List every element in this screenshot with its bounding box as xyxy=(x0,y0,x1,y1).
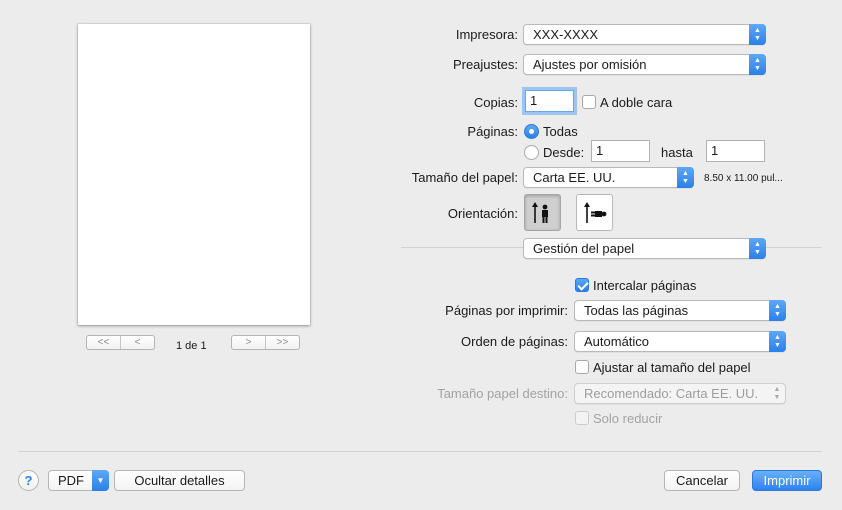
pages-all-radio[interactable] xyxy=(524,124,539,139)
popup-arrows-icon: ▲ ▼ xyxy=(773,386,781,401)
page-order-label: Orden de páginas: xyxy=(461,334,568,349)
last-page-button[interactable]: >> xyxy=(265,336,299,349)
pages-all-label: Todas xyxy=(543,124,578,139)
page-preview xyxy=(78,24,310,325)
cancel-button[interactable]: Cancelar xyxy=(664,470,740,491)
help-button[interactable]: ? xyxy=(18,470,39,491)
printer-value: XXX-XXXX xyxy=(533,27,599,42)
popup-arrows-icon: ▲ ▼ xyxy=(677,167,694,188)
hide-details-button[interactable]: Ocultar detalles xyxy=(114,470,245,491)
printer-popup[interactable]: XXX-XXXX ▲ ▼ xyxy=(523,24,766,45)
popup-arrows-icon: ▲ ▼ xyxy=(749,24,766,45)
help-icon: ? xyxy=(24,473,33,488)
first-page-button[interactable]: << xyxy=(87,336,120,349)
chevron-down-icon: ▼ xyxy=(92,470,109,491)
pages-from-label: Desde: xyxy=(543,145,585,160)
landscape-person-icon xyxy=(584,202,607,223)
footer-divider xyxy=(18,451,822,452)
popup-arrows-icon: ▲ ▼ xyxy=(769,331,786,352)
portrait-person-icon xyxy=(532,202,548,223)
orientation-label: Orientación: xyxy=(447,206,518,221)
preview-nav-back-group: << < xyxy=(86,335,155,350)
copies-field[interactable]: 1 xyxy=(525,90,574,112)
page-order-value: Automático xyxy=(584,334,650,349)
pdf-menu-button[interactable]: PDF ▼ xyxy=(48,470,109,491)
scale-to-paper-checkbox[interactable] xyxy=(575,360,589,374)
page-indicator: 1 de 1 xyxy=(176,340,207,352)
preview-nav-forward-group: > >> xyxy=(231,335,300,350)
landscape-orientation-button[interactable] xyxy=(576,194,613,231)
paper-size-value: Carta EE. UU. xyxy=(533,170,616,185)
pages-to-print-value: Todas las páginas xyxy=(584,303,689,318)
dest-paper-size-label: Tamaño papel destino: xyxy=(437,386,568,401)
presets-label: Preajustes: xyxy=(452,57,518,72)
popup-arrows-icon: ▲ ▼ xyxy=(749,54,766,75)
pages-to-label: hasta xyxy=(661,145,693,160)
copies-label: Copias: xyxy=(473,95,518,110)
portrait-orientation-button[interactable] xyxy=(524,194,561,231)
scale-down-only-label: Solo reducir xyxy=(593,411,663,426)
page-order-popup[interactable]: Automático ▲ ▼ xyxy=(574,331,786,352)
paper-dimensions: 8.50 x 11.00 pul... xyxy=(704,173,783,184)
scale-to-paper-label: Ajustar al tamaño del papel xyxy=(593,360,751,375)
pages-to-print-label: Páginas por imprimir: xyxy=(445,303,568,318)
pages-from-field[interactable]: 1 xyxy=(591,140,650,162)
scale-down-only-checkbox[interactable] xyxy=(575,411,589,425)
dest-paper-size-popup[interactable]: Recomendado: Carta EE. UU. ▲ ▼ xyxy=(574,383,786,404)
pages-to-print-popup[interactable]: Todas las páginas ▲ ▼ xyxy=(574,300,786,321)
presets-popup[interactable]: Ajustes por omisión ▲ ▼ xyxy=(523,54,766,75)
printer-label: Impresora: xyxy=(455,27,518,42)
section-popup[interactable]: Gestión del papel ▲ ▼ xyxy=(523,238,766,259)
presets-value: Ajustes por omisión xyxy=(533,57,647,72)
pages-to-field[interactable]: 1 xyxy=(706,140,765,162)
next-page-button[interactable]: > xyxy=(232,336,265,349)
print-button[interactable]: Imprimir xyxy=(752,470,822,491)
previous-page-button[interactable]: < xyxy=(120,336,154,349)
duplex-label: A doble cara xyxy=(600,95,673,110)
duplex-checkbox[interactable] xyxy=(582,95,596,109)
pages-range-radio[interactable] xyxy=(524,145,539,160)
pages-label: Páginas: xyxy=(467,124,518,139)
collate-label: Intercalar páginas xyxy=(593,278,697,293)
paper-size-popup[interactable]: Carta EE. UU. ▲ ▼ xyxy=(523,167,694,188)
dest-paper-size-value: Recomendado: Carta EE. UU. xyxy=(584,386,759,401)
collate-checkbox[interactable] xyxy=(575,278,589,292)
popup-arrows-icon: ▲ ▼ xyxy=(749,238,766,259)
pdf-label: PDF xyxy=(58,473,84,488)
popup-arrows-icon: ▲ ▼ xyxy=(769,300,786,321)
paper-size-label: Tamaño del papel: xyxy=(411,170,518,185)
section-value: Gestión del papel xyxy=(533,241,635,256)
